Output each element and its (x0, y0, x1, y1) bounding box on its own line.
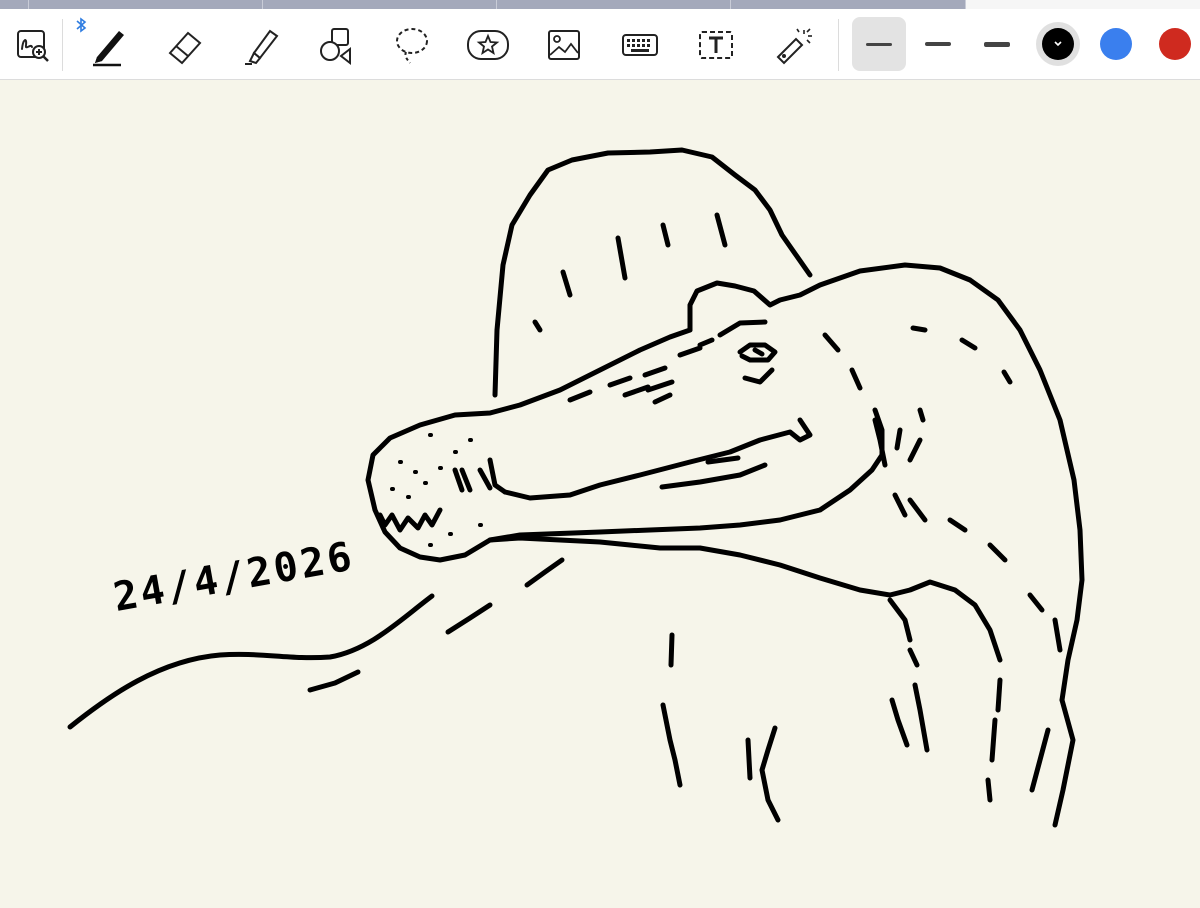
sticker-tool[interactable] (461, 19, 515, 71)
stroke-width-medium[interactable] (911, 17, 965, 71)
tab-strip (0, 0, 1200, 9)
pen-icon (93, 31, 124, 67)
toolbar-divider (62, 19, 63, 71)
highlighter-tool[interactable] (233, 19, 287, 71)
chevron-down-icon (1054, 41, 1062, 47)
lasso-icon (396, 28, 428, 64)
stroke-width-sample (984, 41, 1010, 47)
stroke-width-thin[interactable] (852, 17, 906, 71)
keyboard-icon (622, 34, 658, 56)
stroke-width-sample (925, 42, 951, 46)
lasso-tool[interactable] (385, 19, 439, 71)
image-tool[interactable] (537, 19, 591, 71)
toolbar-divider (838, 19, 839, 71)
stroke-width-thick[interactable] (970, 17, 1024, 71)
eraser-icon (168, 31, 202, 65)
highlighter-icon (245, 29, 279, 65)
shapes-icon (320, 28, 351, 66)
drawing-toolbar (0, 9, 1200, 80)
tab[interactable] (731, 0, 966, 9)
spinosaurus-sketch (67, 147, 1085, 828)
text-box-icon (699, 31, 733, 59)
text-box-tool[interactable] (689, 19, 743, 71)
pen-tool[interactable] (80, 19, 134, 71)
eraser-tool[interactable] (157, 19, 211, 71)
zoom-window-icon (17, 30, 49, 62)
tab[interactable] (29, 0, 263, 9)
shapes-tool[interactable] (309, 19, 363, 71)
laser-pointer-icon (776, 28, 812, 65)
tab[interactable] (263, 0, 497, 9)
tab[interactable] (497, 0, 731, 9)
sticker-icon (467, 30, 509, 60)
color-swatch-red[interactable] (1159, 28, 1191, 60)
laser-pointer-tool[interactable] (765, 19, 819, 71)
tab[interactable] (0, 0, 29, 9)
stroke-width-sample (866, 42, 892, 46)
color-swatch-blue[interactable] (1100, 28, 1132, 60)
image-icon (548, 30, 580, 60)
keyboard-tool[interactable] (613, 19, 667, 71)
zoom-window-tool[interactable] (6, 19, 60, 71)
drawing-canvas[interactable]: 24/4/2026 (0, 80, 1200, 908)
color-swatch-black[interactable] (1042, 28, 1074, 60)
